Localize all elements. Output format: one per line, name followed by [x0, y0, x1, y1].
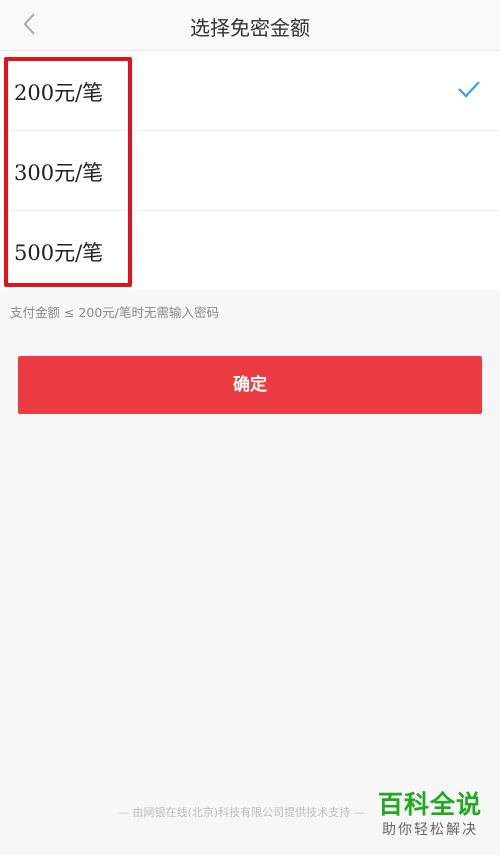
amount-option-500[interactable]: 500元/笔	[0, 211, 500, 290]
payment-hint-text: 支付金额 ≤ 200元/笔时无需输入密码	[10, 305, 219, 320]
amount-options-list: 200元/笔 300元/笔 500元/笔	[0, 51, 500, 290]
amount-option-200[interactable]: 200元/笔	[0, 51, 500, 131]
watermark-title: 百科全说	[377, 790, 482, 819]
watermark-logo: 百科全说 助你轻松解决	[370, 790, 490, 840]
header-bar: 选择免密金额	[0, 0, 500, 51]
page-title: 选择免密金额	[190, 16, 310, 40]
amount-option-label: 300元/笔	[14, 161, 104, 185]
amount-option-300[interactable]: 300元/笔	[0, 131, 500, 211]
amount-option-label: 200元/笔	[14, 81, 104, 105]
amount-option-label: 500元/笔	[14, 241, 104, 265]
confirm-button[interactable]: 确定	[18, 356, 482, 414]
watermark-subtitle: 助你轻松解决	[382, 822, 478, 838]
checkmark-icon	[458, 81, 480, 98]
footer-provider-text: — 由网银在线(北京)科技有限公司提供技术支持 —	[118, 806, 365, 819]
